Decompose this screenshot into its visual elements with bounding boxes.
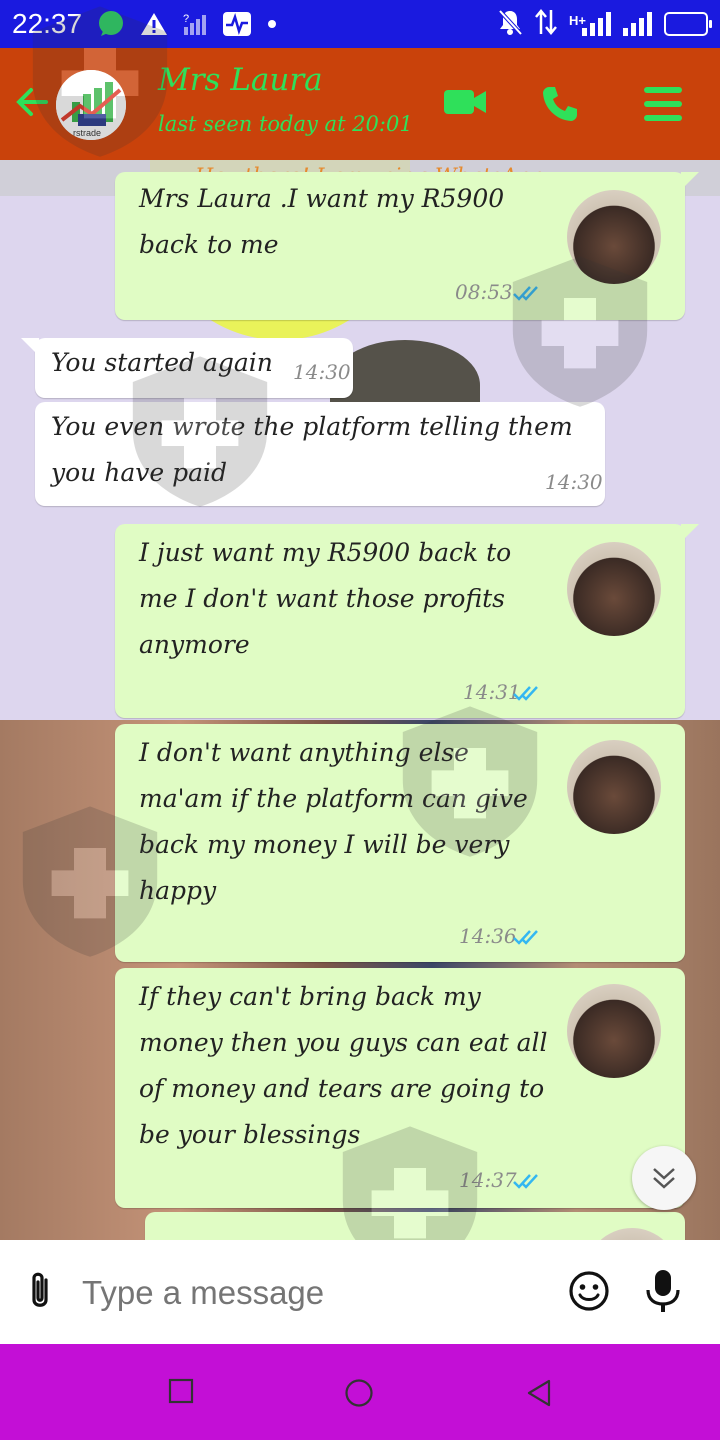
activity-icon xyxy=(222,11,252,37)
message-input[interactable] xyxy=(80,1268,544,1318)
double-chevron-down-icon xyxy=(653,1168,675,1189)
read-ticks-icon xyxy=(513,1172,543,1194)
last-seen-status: last seen today at 20:01 xyxy=(158,112,413,136)
bubble-tail xyxy=(681,524,699,542)
contact-name[interactable]: Mrs Laura xyxy=(158,62,323,98)
mute-icon xyxy=(497,8,523,41)
attach-icon[interactable] xyxy=(22,1270,58,1319)
sender-avatar xyxy=(567,542,661,636)
bubble-tail xyxy=(21,338,39,356)
signal-icon: H+ xyxy=(569,12,611,36)
system-nav-bar xyxy=(0,1344,720,1440)
bubble-tail xyxy=(681,172,699,190)
scroll-to-bottom-button[interactable] xyxy=(632,1146,696,1210)
no-signal-icon: ? xyxy=(182,11,208,37)
message-composer xyxy=(0,1240,720,1344)
back-icon[interactable] xyxy=(525,1378,553,1413)
sender-avatar xyxy=(567,984,661,1078)
battery-icon xyxy=(664,12,712,36)
sender-avatar xyxy=(567,740,661,834)
message-bubble-outgoing[interactable]: I just want my R5900 back to me I don't … xyxy=(115,524,699,718)
emoji-icon[interactable] xyxy=(568,1270,610,1317)
message-text: Mrs Laura .I want my R5900 back to me xyxy=(139,184,505,259)
watermark-shield-icon xyxy=(32,6,168,157)
message-text: I just want my R5900 back to me I don't … xyxy=(139,538,512,659)
data-arrows-icon xyxy=(535,8,557,41)
menu-icon[interactable] xyxy=(643,84,683,129)
message-time: 14:36 xyxy=(459,924,517,948)
video-call-icon[interactable] xyxy=(443,84,487,125)
signal-icon xyxy=(623,12,652,36)
watermark-shield-icon xyxy=(132,356,268,507)
recent-apps-icon[interactable] xyxy=(168,1378,194,1409)
watermark-shield-icon xyxy=(402,706,538,857)
read-ticks-icon xyxy=(513,928,543,950)
microphone-icon[interactable] xyxy=(644,1268,682,1319)
message-time: 14:30 xyxy=(545,470,603,494)
home-icon[interactable] xyxy=(344,1378,374,1413)
watermark-shield-icon xyxy=(22,806,158,957)
voice-call-icon[interactable] xyxy=(540,84,580,129)
message-time: 14:30 xyxy=(293,360,351,384)
dot-icon xyxy=(266,18,278,30)
watermark-shield-icon xyxy=(512,256,648,407)
svg-text:?: ? xyxy=(183,13,189,25)
